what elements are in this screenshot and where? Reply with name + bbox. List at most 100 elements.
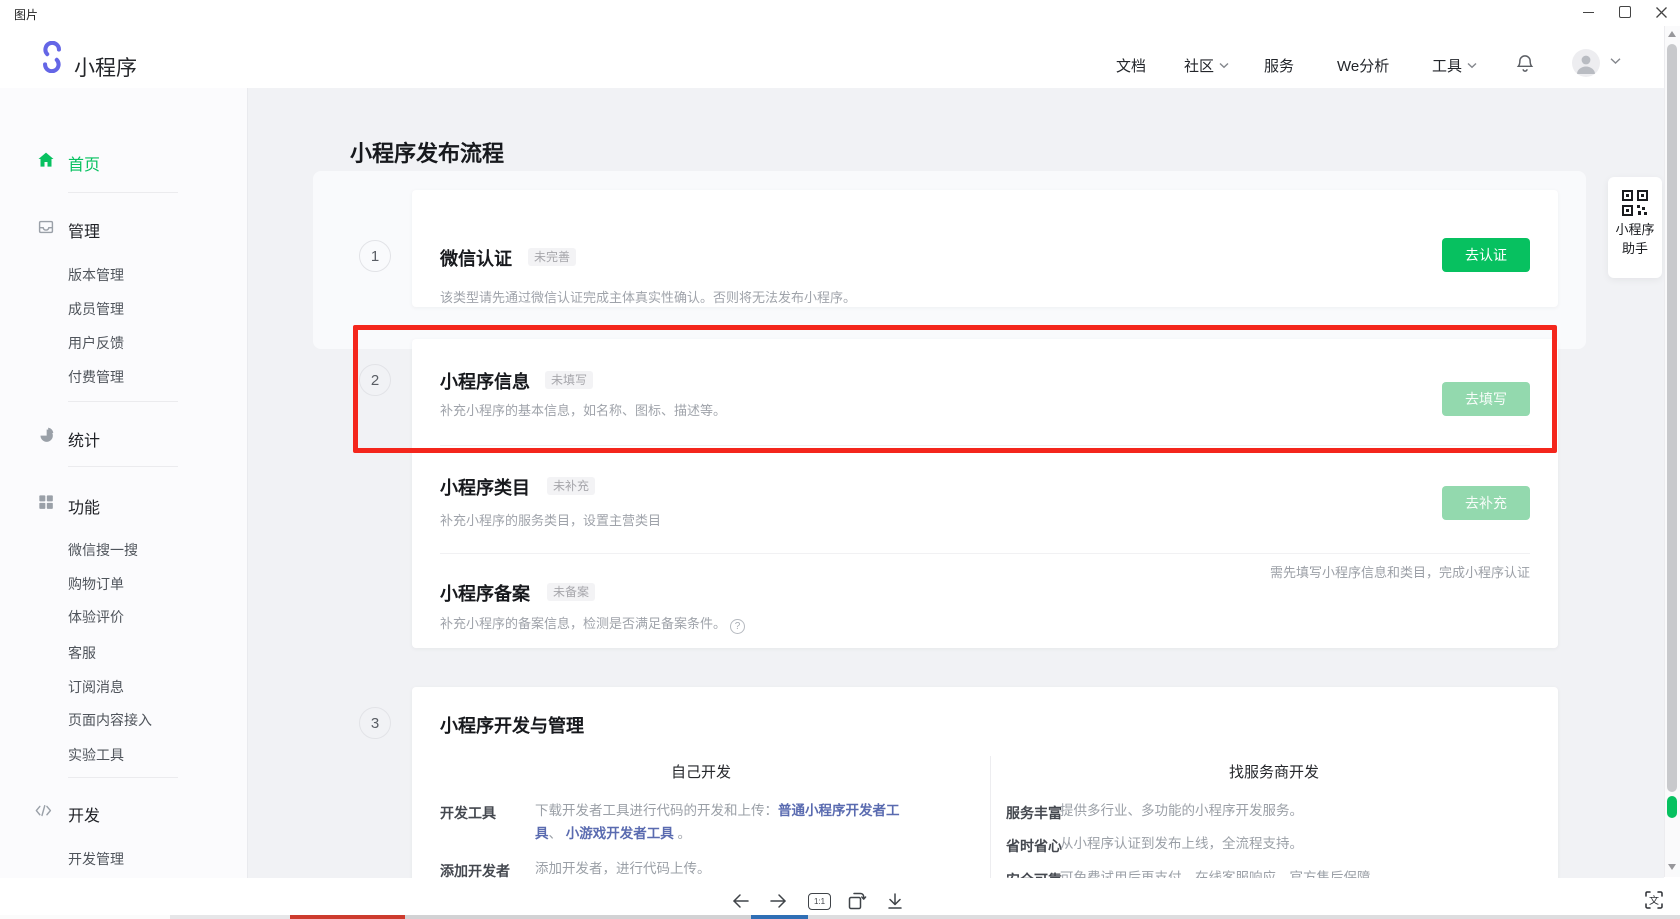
nav-tools[interactable]: 工具 <box>1432 55 1477 76</box>
sidebar-item-page-content-access[interactable]: 页面内容接入 <box>68 710 152 730</box>
window-title: 图片 <box>14 6 38 23</box>
mini-program-info-title: 小程序信息 <box>440 368 530 394</box>
sidebar-item-development[interactable]: 开发 <box>68 802 100 826</box>
nav-docs[interactable]: 文档 <box>1116 55 1146 76</box>
step1-description: 该类型请先通过微信认证完成主体真实性确认。否则将无法发布小程序。 <box>440 287 856 306</box>
hscroll-thumb[interactable] <box>751 915 808 919</box>
forward-arrow-icon[interactable] <box>767 890 789 912</box>
svg-text:文: 文 <box>1649 894 1659 907</box>
app-header: 小程序 <box>0 26 1680 89</box>
home-icon <box>36 150 56 170</box>
dev-tools-description: 下载开发者工具进行代码的开发和上传：普通小程序开发者工具、 小游戏开发者工具 。 <box>535 799 911 845</box>
sidebar-divider <box>68 192 178 193</box>
rich-services-description: 提供多行业、多功能的小程序开发服务。 <box>1060 799 1303 822</box>
step2-number: 2 <box>359 364 391 396</box>
ocr-scan-icon[interactable]: 文 <box>1644 890 1664 910</box>
account-chevron-down-icon[interactable] <box>1610 57 1621 65</box>
sidebar-item-experience-review[interactable]: 体验评价 <box>68 607 124 627</box>
save-time-description: 从小程序认证到发布上线，全流程支持。 <box>1060 832 1303 855</box>
nav-we-analysis[interactable]: We分析 <box>1337 55 1389 76</box>
column-divider <box>990 756 991 878</box>
step1-number: 1 <box>359 240 391 272</box>
sidebar-item-features[interactable]: 功能 <box>68 494 100 518</box>
hscroll-segment <box>170 915 290 919</box>
go-supplement-button[interactable]: 去补充 <box>1442 486 1530 520</box>
mini-program-filing-badge: 未备案 <box>547 583 595 601</box>
mini-program-filing-description: 补充小程序的备案信息，检测是否满足备案条件。? <box>440 613 745 634</box>
game-devtools-link[interactable]: 小游戏开发者工具 <box>566 826 674 841</box>
sidebar-divider <box>68 777 178 778</box>
sidebar-item-development-management[interactable]: 开发管理 <box>68 849 124 869</box>
hscroll-red-segment <box>290 915 405 919</box>
step1-title: 微信认证 <box>440 245 512 271</box>
row-divider <box>440 553 1530 554</box>
help-icon[interactable]: ? <box>730 619 745 634</box>
nav-services[interactable]: 服务 <box>1264 55 1294 76</box>
window-maximize-button[interactable] <box>1610 0 1640 24</box>
sidebar-item-management[interactable]: 管理 <box>68 218 100 242</box>
mini-program-logo-icon <box>36 41 68 73</box>
tray-icon <box>36 217 56 237</box>
notification-bell-icon[interactable] <box>1514 52 1536 74</box>
logo-text: 小程序 <box>74 52 137 82</box>
filing-prerequisite-note: 需先填写小程序信息和类目，完成小程序认证 <box>1100 562 1530 581</box>
back-arrow-icon[interactable] <box>730 890 752 912</box>
window-titlebar: 图片 <box>0 0 1680 26</box>
assistant-label-line2: 助手 <box>1608 239 1662 258</box>
hscroll-track <box>405 915 751 919</box>
maximize-icon <box>1619 6 1631 18</box>
sidebar-item-statistics[interactable]: 统计 <box>68 427 100 451</box>
sidebar-item-customer-service[interactable]: 客服 <box>68 643 96 663</box>
qr-code-icon <box>1622 190 1648 216</box>
add-developer-description: 添加开发者，进行代码上传。 <box>535 857 711 880</box>
sidebar <box>0 88 248 878</box>
sidebar-item-experiment-tools[interactable]: 实验工具 <box>68 745 124 765</box>
go-fill-info-button[interactable]: 去填写 <box>1442 382 1530 416</box>
mini-program-category-title: 小程序类目 <box>440 474 530 500</box>
go-verify-button[interactable]: 去认证 <box>1442 238 1530 272</box>
mini-program-category-badge: 未补充 <box>547 477 595 495</box>
viewer-toolbar <box>0 878 1680 916</box>
scrollbar-green-indicator[interactable] <box>1667 796 1677 818</box>
sidebar-item-home[interactable]: 首页 <box>68 151 100 175</box>
sidebar-item-payment-management[interactable]: 付费管理 <box>68 367 124 387</box>
sidebar-divider <box>68 401 178 402</box>
close-icon <box>1655 6 1668 19</box>
download-icon[interactable] <box>884 890 906 912</box>
rotate-icon[interactable] <box>845 890 867 912</box>
actual-size-icon[interactable]: 1:1 <box>808 893 831 910</box>
image-viewer-window: 图片 小程序 文档 社区 服务 We分析 工具 首页 管理 版本管理 成员管理 … <box>0 0 1680 919</box>
mini-program-info-badge: 未填写 <box>545 371 593 389</box>
scroll-up-arrow-icon[interactable] <box>1668 31 1676 37</box>
scroll-down-arrow-icon[interactable] <box>1668 864 1676 870</box>
sidebar-item-member-management[interactable]: 成员管理 <box>68 299 124 319</box>
pie-chart-icon <box>36 425 56 445</box>
sidebar-item-wechat-search[interactable]: 微信搜一搜 <box>68 540 138 560</box>
mini-program-info-description: 补充小程序的基本信息，如名称、图标、描述等。 <box>440 400 726 419</box>
hscroll-segment <box>0 915 170 919</box>
nav-community[interactable]: 社区 <box>1184 55 1229 76</box>
vendor-develop-column-header: 找服务商开发 <box>990 761 1558 782</box>
user-avatar[interactable] <box>1572 49 1600 77</box>
scrollbar-thumb[interactable] <box>1667 44 1677 792</box>
row-divider <box>440 445 1530 446</box>
chevron-down-icon <box>1467 62 1477 69</box>
step3-number: 3 <box>359 707 391 739</box>
sidebar-item-user-feedback[interactable]: 用户反馈 <box>68 333 124 353</box>
horizontal-scrollbar[interactable] <box>0 915 1680 919</box>
sidebar-divider <box>68 466 178 467</box>
sidebar-item-version-management[interactable]: 版本管理 <box>68 265 124 285</box>
sidebar-item-shopping-orders[interactable]: 购物订单 <box>68 574 124 594</box>
mini-program-category-description: 补充小程序的服务类目，设置主营类目 <box>440 510 661 529</box>
sidebar-item-subscribe-messages[interactable]: 订阅消息 <box>68 677 124 697</box>
code-icon <box>34 801 54 821</box>
grid-icon <box>36 492 56 512</box>
page-title: 小程序发布流程 <box>350 136 504 168</box>
save-time-label: 省时省心 <box>1006 836 1062 856</box>
mini-program-assistant-widget[interactable]: 小程序 助手 <box>1608 177 1662 278</box>
self-develop-column-header: 自己开发 <box>412 761 990 782</box>
window-close-button[interactable] <box>1646 0 1676 24</box>
window-minimize-button[interactable] <box>1573 0 1603 24</box>
chevron-down-icon <box>1219 62 1229 69</box>
dev-tools-label: 开发工具 <box>440 803 496 823</box>
